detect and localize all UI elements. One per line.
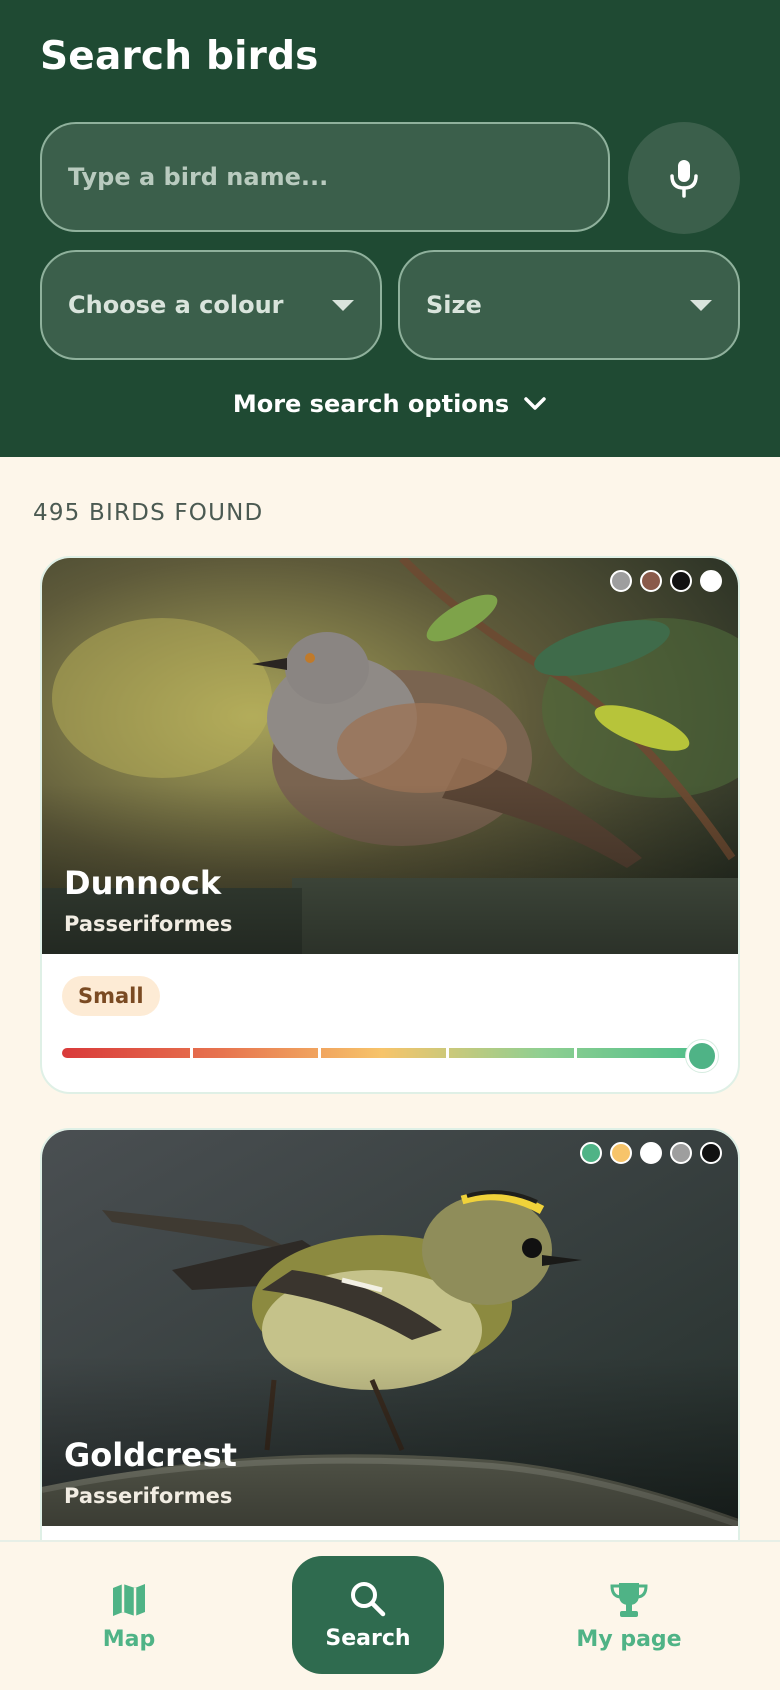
page-title: Search birds xyxy=(40,34,319,79)
colour-dots xyxy=(610,570,722,592)
bird-order: Passeriformes xyxy=(64,1484,233,1508)
nav-my-page-tab[interactable]: My page xyxy=(529,1542,729,1690)
chevron-down-icon xyxy=(524,397,546,410)
colour-dot xyxy=(700,1142,722,1164)
results-count: 495 BIRDS FOUND xyxy=(33,500,264,526)
colour-dot xyxy=(610,1142,632,1164)
colour-dot xyxy=(610,570,632,592)
size-select-label: Size xyxy=(426,291,482,319)
search-header: Search birds Choose a colour Size More s… xyxy=(0,0,780,457)
bird-name-search-input[interactable] xyxy=(40,122,610,232)
bird-order: Passeriformes xyxy=(64,912,233,936)
more-search-options-toggle[interactable]: More search options xyxy=(0,384,780,424)
dropdown-caret-icon xyxy=(332,299,354,311)
bird-photo: Goldcrest Passeriformes xyxy=(42,1130,738,1526)
voice-search-button[interactable] xyxy=(628,122,740,234)
microphone-icon xyxy=(670,160,698,198)
size-scale-tick xyxy=(318,1048,321,1058)
colour-dot xyxy=(670,570,692,592)
size-scale-tick xyxy=(574,1048,577,1058)
colour-dots xyxy=(580,1142,722,1164)
bottom-navigation: Map Search My page xyxy=(0,1540,780,1690)
size-select[interactable]: Size xyxy=(398,250,740,360)
bird-photo: Dunnock Passeriformes xyxy=(42,558,738,954)
nav-search-tab[interactable]: Search xyxy=(292,1556,444,1674)
size-scale-tick xyxy=(446,1048,449,1058)
colour-dot xyxy=(580,1142,602,1164)
bird-card-details: Small xyxy=(42,954,738,1092)
nav-map-tab[interactable]: Map xyxy=(29,1542,229,1690)
size-badge: Small xyxy=(62,976,160,1016)
dropdown-caret-icon xyxy=(690,299,712,311)
bird-name: Dunnock xyxy=(64,864,222,902)
nav-map-label: Map xyxy=(102,1626,156,1652)
map-icon xyxy=(113,1583,145,1616)
bird-card[interactable]: Dunnock Passeriformes Small xyxy=(40,556,740,1094)
size-scale-marker xyxy=(686,1040,718,1072)
bird-name: Goldcrest xyxy=(64,1436,237,1474)
size-scale-bar xyxy=(62,1048,702,1058)
search-icon xyxy=(351,1581,386,1616)
size-scale-tick xyxy=(190,1048,193,1058)
trophy-icon xyxy=(610,1582,648,1617)
colour-select-label: Choose a colour xyxy=(68,291,284,319)
colour-dot xyxy=(670,1142,692,1164)
colour-select[interactable]: Choose a colour xyxy=(40,250,382,360)
colour-dot xyxy=(640,570,662,592)
more-search-options-label: More search options xyxy=(232,390,510,418)
colour-dot xyxy=(640,1142,662,1164)
nav-search-label: Search xyxy=(325,1625,411,1651)
colour-dot xyxy=(700,570,722,592)
nav-my-page-label: My page xyxy=(576,1626,682,1652)
